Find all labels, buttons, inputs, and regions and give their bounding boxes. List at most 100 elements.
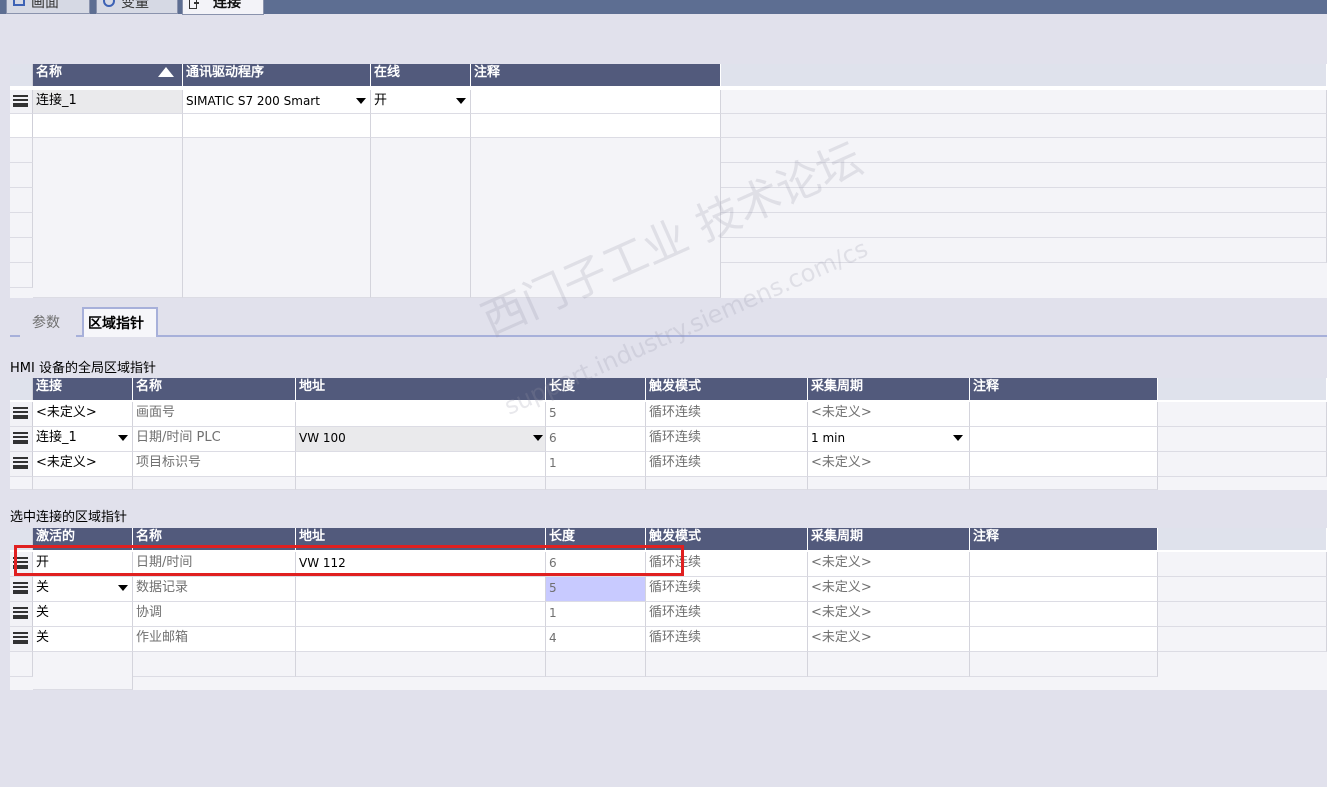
online-cell[interactable]: 开: [371, 90, 471, 114]
connection-cell[interactable]: 连接_1: [33, 427, 133, 452]
col-address[interactable]: 地址: [296, 378, 546, 400]
comment-cell[interactable]: [970, 452, 1158, 477]
col-comment[interactable]: 注释: [471, 64, 721, 86]
cycle-cell[interactable]: <未定义>: [808, 627, 970, 652]
cycle-cell[interactable]: <未定义>: [808, 402, 970, 427]
active-cell[interactable]: 关: [33, 602, 133, 627]
empty-cell[interactable]: [471, 114, 721, 138]
tab-parameters[interactable]: 参数: [20, 307, 76, 337]
col-name[interactable]: 名称: [33, 64, 183, 86]
tab-area-pointers[interactable]: 区域指针: [82, 307, 158, 337]
table-row[interactable]: 连接_1 日期/时间 PLC VW 100 6 循环连续 1 min: [10, 427, 1327, 452]
row-header[interactable]: [10, 577, 33, 602]
comment-cell[interactable]: [970, 402, 1158, 427]
row-header[interactable]: [10, 427, 33, 452]
chevron-down-icon[interactable]: [354, 90, 368, 113]
address-cell[interactable]: [296, 402, 546, 427]
col-cycle[interactable]: 采集周期: [808, 528, 970, 550]
row-header[interactable]: [10, 627, 33, 652]
filler-cell: [1158, 402, 1327, 427]
cycle-cell[interactable]: 1 min: [808, 427, 970, 452]
empty-cell: [808, 477, 970, 490]
empty-cell[interactable]: [33, 114, 183, 138]
row-header[interactable]: [10, 402, 33, 427]
selected-area-title: 选中连接的区域指针: [10, 510, 128, 525]
address-cell[interactable]: VW 100: [296, 427, 546, 452]
table-row[interactable]: 关 作业邮箱 4 循环连续 <未定义>: [10, 627, 1327, 652]
col-label: 激活的: [36, 529, 76, 544]
address-cell[interactable]: [296, 577, 546, 602]
row-menu-icon: [13, 95, 28, 107]
col-comment[interactable]: 注释: [970, 378, 1158, 400]
empty-cell: [371, 138, 471, 298]
col-name[interactable]: 名称: [133, 378, 296, 400]
cell-text: 6: [549, 431, 557, 445]
table-row[interactable]: <未定义> 画面号 5 循环连续 <未定义>: [10, 402, 1327, 427]
address-cell[interactable]: [296, 602, 546, 627]
col-cycle[interactable]: 采集周期: [808, 378, 970, 400]
empty-row: [10, 477, 1327, 490]
col-driver[interactable]: 通讯驱动程序: [183, 64, 371, 86]
tab-screens[interactable]: 画面: [6, 0, 90, 14]
chevron-down-icon[interactable]: [951, 427, 965, 451]
tab-connections[interactable]: 连接: [182, 0, 264, 15]
driver-cell[interactable]: SIMATIC S7 200 Smart: [183, 90, 371, 114]
tab-variables[interactable]: 变量: [96, 0, 178, 14]
comment-cell[interactable]: [970, 627, 1158, 652]
length-cell[interactable]: 5: [546, 577, 646, 602]
tab-label: 参数: [32, 315, 60, 331]
col-length[interactable]: 长度: [546, 378, 646, 400]
connection-cell[interactable]: <未定义>: [33, 402, 133, 427]
table-row[interactable]: 关 协调 1 循环连续 <未定义>: [10, 602, 1327, 627]
comment-cell[interactable]: [970, 602, 1158, 627]
cell-text: 循环连续: [649, 605, 702, 620]
empty-cell: [33, 138, 183, 298]
col-filler: [721, 64, 1327, 86]
chevron-down-icon[interactable]: [454, 90, 468, 113]
filler-cell: [1158, 452, 1327, 477]
empty-cell: [808, 652, 970, 677]
col-comment[interactable]: 注释: [970, 528, 1158, 550]
row-menu-icon: [13, 607, 28, 619]
chevron-down-icon[interactable]: [116, 427, 130, 451]
empty-cell: [546, 652, 646, 677]
active-cell[interactable]: 关: [33, 577, 133, 602]
active-cell[interactable]: 关: [33, 627, 133, 652]
comment-cell[interactable]: [970, 577, 1158, 602]
cell-text: 4: [549, 631, 557, 645]
cycle-cell[interactable]: <未定义>: [808, 552, 970, 577]
empty-cell: [646, 652, 808, 677]
col-trigger[interactable]: 触发模式: [646, 378, 808, 400]
empty-cell[interactable]: [371, 114, 471, 138]
cycle-cell[interactable]: <未定义>: [808, 602, 970, 627]
row-header[interactable]: [10, 452, 33, 477]
comment-cell[interactable]: [970, 552, 1158, 577]
chevron-down-icon[interactable]: [531, 427, 545, 451]
table-row[interactable]: <未定义> 项目标识号 1 循环连续 <未定义>: [10, 452, 1327, 477]
empty-cell: [183, 138, 371, 298]
table-row[interactable]: 连接_1 SIMATIC S7 200 Smart 开: [10, 90, 1327, 114]
col-online[interactable]: 在线: [371, 64, 471, 86]
empty-cell: [10, 163, 33, 188]
col-connection[interactable]: 连接: [33, 378, 133, 400]
cycle-cell[interactable]: <未定义>: [808, 452, 970, 477]
cell-text: 连接_1: [36, 430, 77, 445]
cycle-cell[interactable]: <未定义>: [808, 577, 970, 602]
tab-underline: [10, 335, 1327, 337]
row-header[interactable]: [10, 90, 33, 114]
comment-cell[interactable]: [471, 90, 721, 114]
connections-table: 名称 通讯驱动程序 在线 注释 连接_1 SIMATIC S7 200 Smar…: [10, 64, 1327, 298]
connection-cell[interactable]: <未定义>: [33, 452, 133, 477]
row-header[interactable]: [10, 602, 33, 627]
chevron-down-icon[interactable]: [116, 577, 130, 601]
empty-row[interactable]: [10, 114, 1327, 138]
empty-cell: [970, 652, 1158, 677]
cell-text: 项目标识号: [136, 455, 202, 470]
sort-ascending-icon[interactable]: [158, 67, 174, 77]
address-cell[interactable]: [296, 627, 546, 652]
table-row[interactable]: 关 数据记录 5 循环连续 <未定义>: [10, 577, 1327, 602]
comment-cell[interactable]: [970, 427, 1158, 452]
address-cell[interactable]: [296, 452, 546, 477]
empty-cell[interactable]: [183, 114, 371, 138]
connection-name-cell[interactable]: 连接_1: [33, 90, 183, 114]
